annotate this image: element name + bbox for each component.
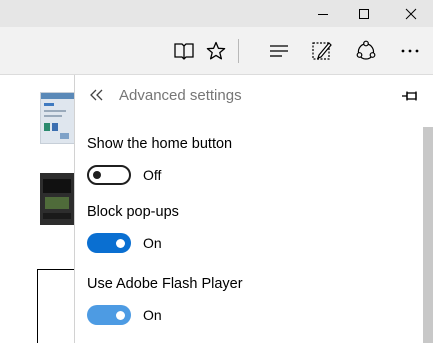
setting-home-button: Show the home button	[87, 136, 232, 152]
page-frame	[37, 269, 75, 343]
favorite-star-icon	[206, 41, 226, 60]
reading-view-icon	[174, 43, 194, 60]
double-chevron-left-icon	[90, 89, 103, 101]
home-button-toggle[interactable]	[87, 165, 131, 185]
toolbar-separator	[238, 39, 239, 63]
share-button[interactable]	[353, 39, 379, 63]
favorites-button[interactable]	[203, 39, 229, 63]
reading-view-button[interactable]	[171, 39, 197, 63]
web-page-content	[0, 75, 76, 343]
page-thumbnail-image[interactable]	[40, 92, 76, 144]
pin-icon	[402, 91, 417, 101]
back-button[interactable]	[89, 87, 105, 103]
maximize-icon	[359, 8, 369, 19]
block-popups-toggle[interactable]	[87, 233, 131, 253]
title-bar	[0, 0, 433, 27]
panel-title: Advanced settings	[119, 87, 242, 104]
advanced-settings-panel: Advanced settings Show the home button O…	[74, 75, 433, 343]
browser-window: Advanced settings Show the home button O…	[0, 0, 433, 343]
flash-player-toggle[interactable]	[87, 305, 131, 325]
share-icon	[356, 40, 376, 60]
toggle-state-label: On	[143, 307, 162, 323]
hub-icon	[270, 45, 288, 57]
setting-label: Show the home button	[87, 136, 233, 152]
setting-label: Block pop-ups	[87, 204, 179, 220]
web-note-button[interactable]	[309, 39, 335, 63]
minimize-icon	[318, 13, 328, 15]
toggle-knob	[116, 239, 125, 248]
more-icon	[401, 49, 419, 53]
minimize-button[interactable]	[301, 0, 345, 27]
browser-toolbar	[0, 27, 433, 75]
toggle-knob	[116, 311, 125, 320]
setting-label: Use Adobe Flash Player	[87, 276, 243, 292]
more-button[interactable]	[397, 39, 423, 63]
toggle-knob	[93, 171, 101, 179]
close-button[interactable]	[389, 0, 433, 27]
web-note-icon	[312, 42, 332, 60]
toggle-state-label: On	[143, 235, 162, 251]
scrollbar[interactable]	[423, 127, 433, 343]
close-icon	[405, 8, 417, 19]
maximize-button[interactable]	[342, 0, 386, 27]
setting-block-popups: Block pop-ups	[87, 204, 179, 220]
hub-button[interactable]	[266, 39, 292, 63]
setting-flash-player: Use Adobe Flash Player	[87, 276, 243, 292]
panel-header: Advanced settings	[75, 75, 433, 117]
page-thumbnail-image[interactable]	[40, 173, 74, 225]
toggle-state-label: Off	[143, 167, 162, 183]
pin-button[interactable]	[401, 88, 419, 104]
